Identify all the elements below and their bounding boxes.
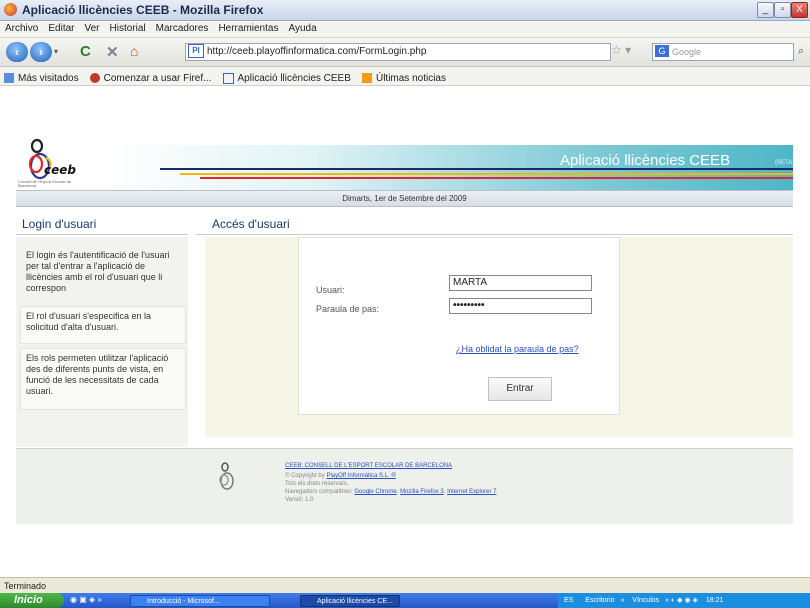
tray-clock: 18:21 [705, 597, 724, 604]
beta-badge: (BETA) [775, 160, 795, 166]
site-favicon-icon: PI [188, 44, 204, 59]
url-bar[interactable]: PI http://ceeb.playoffinformatica.com/For… [185, 43, 611, 61]
menu-archivo[interactable]: Archivo [0, 21, 43, 34]
app-title: Aplicació llicències CEEB [560, 152, 731, 169]
reload-icon[interactable]: C [80, 43, 91, 60]
menu-editar[interactable]: Editar [43, 21, 79, 34]
search-box[interactable]: G Google [652, 43, 794, 61]
rss-icon [361, 73, 372, 83]
site-footer [16, 448, 793, 524]
sidebar-card-2-text: Els rols permeten utilitzar l'aplicació … [26, 353, 169, 396]
bookmark-aplicacio[interactable]: Aplicació llicències CEEB [221, 70, 353, 84]
bookmarks-toolbar: Más visitados Comenzar a usar Firef... A… [0, 67, 810, 86]
menu-marcadores[interactable]: Marcadores [151, 21, 214, 34]
window-title-bar: Aplicació llicències CEEB - Mozilla Fire… [0, 0, 810, 21]
search-icon[interactable]: ⌕ [798, 45, 804, 58]
tray-desktop[interactable]: Escritorio [585, 597, 614, 604]
sidebar-divider [16, 234, 188, 235]
user-input[interactable]: MARTA [449, 275, 592, 291]
browser-chrome-link[interactable]: Google Chrome [354, 489, 396, 495]
content-divider [196, 234, 793, 235]
google-icon[interactable]: G [655, 45, 669, 57]
submit-button[interactable]: Entrar [488, 377, 552, 401]
bookmark-ultimas-noticias[interactable]: Últimas noticias [360, 70, 448, 84]
home-icon[interactable]: ⌂ [130, 43, 138, 59]
status-bar: Terminado [0, 577, 810, 594]
bookmark-star-icon[interactable]: ☆ ▾ [611, 43, 646, 59]
back-arrow-icon[interactable]: ‹ [6, 42, 28, 62]
window-title: Aplicació llicències CEEB - Mozilla Fire… [22, 3, 264, 17]
maximize-button[interactable]: ▫ [774, 2, 791, 18]
sidebar-title: Login d'usuari [22, 217, 97, 231]
bookmark-mas-visitados[interactable]: Más visitados [2, 70, 81, 84]
forgot-password-link[interactable]: ¿Ha oblidat la paraula de pas? [456, 344, 579, 354]
history-dropdown-icon[interactable]: ▾ [54, 47, 58, 56]
forward-arrow-icon[interactable]: › [30, 42, 52, 62]
footer-version: Versió: 1.0 [285, 497, 314, 503]
ceeb-footer-logo [219, 462, 234, 490]
footer-browsers: Navegadors compatibles: Google Chrome, M… [285, 489, 497, 495]
footer-org-link[interactable]: CEEB: CONSELL DE L'ESPORT ESCOLAR DE BAR… [285, 463, 452, 469]
password-input[interactable]: ••••••••• [449, 298, 592, 314]
footer-playoff-link[interactable]: PlayOff Informàtica S.L. ® [326, 473, 395, 479]
minimize-button[interactable]: _ [757, 2, 774, 18]
close-button[interactable]: X [791, 2, 808, 18]
password-label: Paraula de pas: [316, 304, 380, 314]
search-placeholder: Google [672, 47, 702, 57]
footer-rights: Tots els drets reservats. [285, 481, 349, 487]
browser-firefox-link[interactable]: Mozilla Firefox 3 [400, 489, 444, 495]
stop-icon[interactable]: ✕ [106, 43, 119, 61]
stripe-yellow [180, 173, 793, 175]
tray-links[interactable]: Vínculos [632, 597, 659, 604]
pi-favicon-icon [222, 73, 234, 84]
quick-launch-icons[interactable]: ◉ ▣ ◈ » [70, 595, 124, 606]
menu-ver[interactable]: Ver [79, 21, 104, 34]
tray-lang[interactable]: ES [564, 597, 573, 604]
sidebar-card-1-text: El rol d'usuari s'especifica en la solic… [26, 311, 151, 332]
logo-text: ceeb [44, 163, 76, 177]
menu-bar: Archivo Editar Ver Historial Marcadores Herra… [0, 21, 810, 38]
navigation-toolbar: ‹ › ▾ C ✕ ⌂ PI http://ceeb.playoffinforma… [0, 38, 810, 67]
bookmark-folder-icon [4, 73, 14, 83]
browser-ie-link[interactable]: Internet Explorer 7 [447, 489, 496, 495]
task-aplicacio[interactable]: Aplicació llicències CE... [300, 595, 400, 607]
menu-historial[interactable]: Historial [105, 21, 151, 34]
status-text: Terminado [4, 581, 47, 591]
bookmark-comenzar[interactable]: Comenzar a usar Firef... [88, 70, 214, 84]
firefox-icon [89, 73, 100, 83]
footer-copyright: © Copyright by PlayOff Informàtica S.L. … [285, 473, 396, 479]
start-button[interactable]: Inicio [0, 593, 64, 608]
date-bar: Dimarts, 1er de Setembre del 2009 [16, 190, 793, 207]
content-title: Accés d'usuari [212, 217, 290, 231]
system-tray: ES Escritorio » Vínculos » ◐ ◆ ◉ ◈ 18:21 [558, 593, 810, 608]
menu-herramientas[interactable]: Herramientas [213, 21, 283, 34]
sidebar-intro: El login és l'autentificació de l'usuari… [26, 250, 170, 293]
login-form [298, 237, 620, 415]
stripe-red [200, 177, 793, 179]
logo-subtitle: Consell de l'Esport Escolar de Barcelona [18, 179, 72, 188]
url-text: http://ceeb.playoffinformatica.com/FormL… [207, 46, 427, 57]
tray-icons[interactable]: » ◐ ◆ ◉ ◈ [665, 597, 698, 604]
tray-chevron-icon[interactable]: » [620, 597, 624, 604]
menu-ayuda[interactable]: Ayuda [283, 21, 321, 34]
task-introduccio[interactable]: Introducció - Microsof... [130, 595, 270, 607]
user-label: Usuari: [316, 285, 345, 295]
firefox-icon [4, 3, 17, 16]
